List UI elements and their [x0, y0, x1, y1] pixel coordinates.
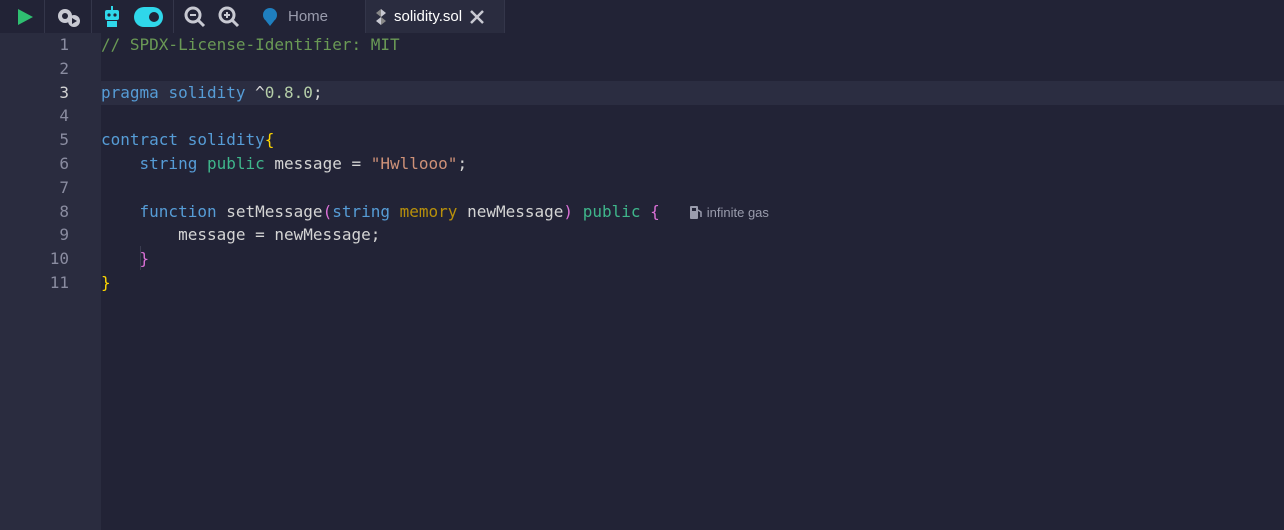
- code-token: string: [332, 201, 390, 221]
- code-token: message = newMessage;: [101, 225, 381, 245]
- code-token: // SPDX-License-Identifier: MIT: [101, 35, 400, 54]
- tab-label: Home: [288, 8, 329, 25]
- code-token: public: [206, 154, 265, 173]
- home-headset-icon: [260, 7, 280, 27]
- line-number: 1: [59, 35, 69, 54]
- code-line[interactable]: 2: [0, 57, 1284, 81]
- code-token: "Hwllooo": [370, 154, 458, 173]
- code-token: setMessage: [216, 201, 323, 221]
- code-token: pragma: [101, 82, 159, 102]
- code-text: // SPDX-License-Identifier: MIT: [101, 33, 400, 57]
- line-number: 8: [59, 201, 69, 221]
- code-line[interactable]: 6 string public message = "Hwllooo";: [0, 152, 1284, 176]
- code-text: string public message = "Hwllooo";: [101, 152, 468, 176]
- line-number: 2: [59, 58, 69, 78]
- code-text: pragma solidity ^0.8.0;: [101, 80, 1284, 105]
- gear-play-icon[interactable]: [55, 6, 81, 28]
- tab-home[interactable]: Home: [250, 0, 365, 33]
- code-token: string: [139, 154, 198, 173]
- ai-toggle[interactable]: [134, 6, 163, 27]
- code-token: }: [101, 273, 111, 292]
- code-token: ^: [245, 82, 265, 102]
- code-editor[interactable]: 1 // SPDX-License-Identifier: MIT 2 3 pragma…: [0, 33, 1284, 530]
- line-number: 5: [59, 130, 69, 150]
- tab-label: solidity.sol: [394, 8, 463, 25]
- code-line[interactable]: 5 contract solidity{: [0, 128, 1284, 152]
- tab-solidity-sol[interactable]: solidity.sol: [365, 0, 505, 33]
- code-token: solidity: [168, 82, 246, 102]
- code-token: public: [582, 201, 641, 221]
- line-number: 11: [49, 273, 69, 292]
- code-token: ): [563, 201, 574, 221]
- code-line[interactable]: 7: [0, 176, 1284, 200]
- code-line[interactable]: 3 pragma solidity ^0.8.0;: [0, 80, 1284, 105]
- code-token: {: [264, 130, 275, 150]
- code-token: contract: [101, 130, 179, 150]
- run-group: [0, 0, 45, 33]
- code-token: function: [139, 201, 217, 221]
- code-token: ;: [457, 154, 468, 173]
- code-line[interactable]: 9 message = newMessage;: [0, 223, 1284, 247]
- code-text: }: [101, 271, 111, 295]
- toolbar: Home solidity.sol: [0, 0, 1284, 33]
- line-number: 3: [59, 82, 69, 102]
- ai-group: [92, 0, 174, 33]
- settings-group: [45, 0, 92, 33]
- code-text: contract solidity{: [101, 128, 274, 152]
- line-number: 6: [59, 154, 69, 173]
- robot-icon[interactable]: [102, 5, 122, 28]
- code-token: message =: [264, 154, 371, 173]
- code-token: ;: [312, 82, 323, 102]
- code-token: newMessage: [457, 201, 564, 221]
- line-number: 9: [59, 225, 69, 245]
- zoom-group: [174, 0, 250, 33]
- code-token: memory: [399, 201, 458, 221]
- code-line[interactable]: 10 }: [0, 247, 1284, 271]
- code-text: message = newMessage;: [101, 223, 380, 247]
- fuel-pump-icon: [689, 205, 702, 219]
- code-token: solidity: [187, 130, 265, 150]
- code-line[interactable]: 8 function setMessage(string memory newM…: [0, 200, 1284, 224]
- solidity-icon: [376, 8, 386, 25]
- code-token: (: [322, 201, 333, 221]
- zoom-out-icon[interactable]: [184, 6, 206, 28]
- indent-guide: [140, 246, 141, 270]
- code-line[interactable]: 11}: [0, 271, 1284, 295]
- code-text: function setMessage(string memory newMes…: [101, 200, 769, 225]
- code-token: 0.8.0: [264, 82, 313, 102]
- zoom-in-icon[interactable]: [218, 6, 240, 28]
- gas-estimate-hint: infinite gas: [689, 205, 769, 220]
- code-line[interactable]: 1 // SPDX-License-Identifier: MIT: [0, 33, 1284, 57]
- close-icon[interactable]: [470, 9, 484, 24]
- line-number: 7: [59, 177, 69, 197]
- line-number: 10: [49, 249, 69, 269]
- line-number: 4: [59, 106, 69, 126]
- code-token: {: [650, 201, 660, 221]
- play-icon[interactable]: [16, 8, 34, 26]
- code-line[interactable]: 4: [0, 104, 1284, 128]
- code-text: }: [101, 247, 150, 271]
